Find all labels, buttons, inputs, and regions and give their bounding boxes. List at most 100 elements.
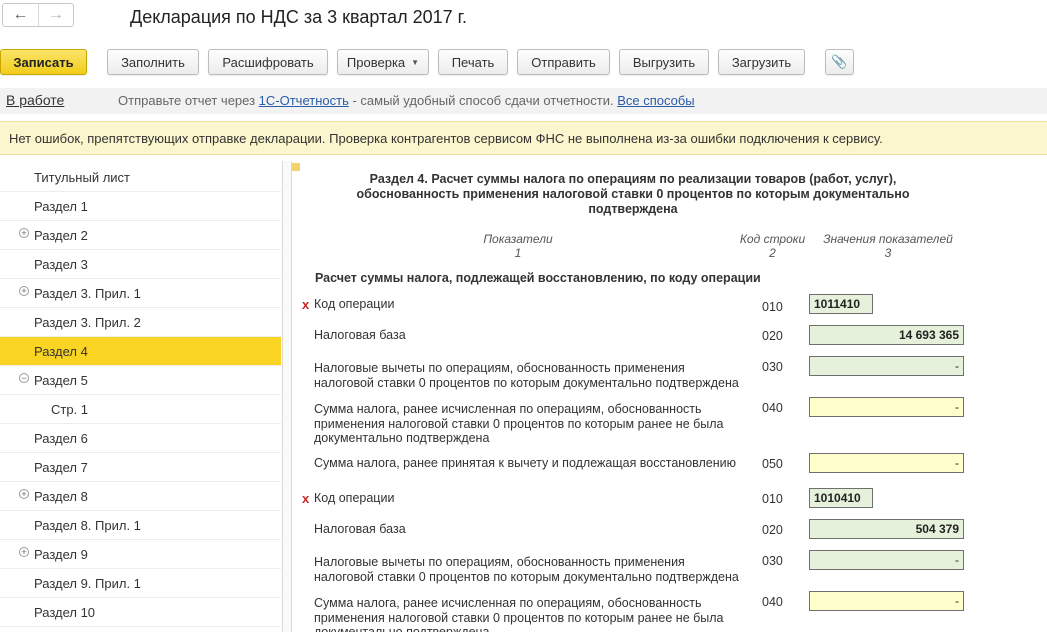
required-mark: x [302,297,310,312]
sidebar-item-label: Раздел 8 [34,489,88,504]
sections-sidebar: Титульный лист Раздел 1 + Раздел 2 Раздел… [0,163,281,632]
row-code: 010 [762,300,783,314]
row-code: 030 [762,360,783,374]
expand-icon[interactable]: + [19,286,29,296]
row-label: Код операции [314,491,395,505]
sidebar-item-title-page[interactable]: Титульный лист [0,163,281,192]
sidebar-item-section-4[interactable]: Раздел 4 [0,337,281,366]
fill-button[interactable]: Заполнить [107,49,199,75]
paperclip-icon[interactable]: 📎 [825,49,854,75]
write-button[interactable]: Записать [0,49,87,75]
tax-restored-field[interactable]: - [809,453,964,473]
sidebar-item-section-1[interactable]: Раздел 1 [0,192,281,221]
sidebar-item-section-8[interactable]: + Раздел 8 [0,482,281,511]
sidebar-item-section-3[interactable]: Раздел 3 [0,250,281,279]
forward-icon[interactable]: → [38,4,73,26]
status-middle: - самый удобный способ сдачи отчетности. [348,93,618,108]
expand-icon[interactable]: + [19,489,29,499]
row-code: 040 [762,595,783,609]
sidebar-item-section-7[interactable]: Раздел 7 [0,453,281,482]
row-label: Код операции [314,297,395,311]
column-header-number: 3 [884,246,892,260]
expand-icon[interactable]: + [19,228,29,238]
operation-code-field[interactable]: 1011410 [809,294,873,314]
row-label: Налоговые вычеты по операциям, обоснован… [314,361,739,390]
row-code: 020 [762,329,783,343]
tax-base-field[interactable]: 504 379 [809,519,964,539]
sidebar-item-label: Раздел 3. Прил. 1 [34,286,141,301]
row-label: Сумма налога, ранее принятая к вычету и … [314,456,737,470]
status-bar: В работе Отправьте отчет через 1С-Отчетн… [0,88,1047,114]
back-icon[interactable]: ← [3,4,38,26]
column-header-values: Значения показателей 3 [813,232,963,260]
row-code: 040 [762,401,783,415]
row-code: 010 [762,492,783,506]
info-message: Нет ошибок, препятствующих отправке декл… [0,121,1047,155]
column-header-label: Показатели [483,232,553,246]
sidebar-item-section-3-app-2[interactable]: Раздел 3. Прил. 2 [0,308,281,337]
sidebar-item-label: Раздел 10 [34,605,96,620]
tax-calculated-field[interactable]: - [809,397,964,417]
required-mark: x [302,491,310,506]
sidebar-item-label: Раздел 1 [34,199,88,214]
sidebar-item-section-5[interactable]: − Раздел 5 [0,366,281,395]
tax-calculated-field[interactable]: - [809,591,964,611]
column-header-number: 2 [769,246,776,260]
sidebar-item-section-9-app-1[interactable]: Раздел 9. Прил. 1 [0,569,281,598]
service-link[interactable]: 1С-Отчетность [259,93,349,108]
navigation-buttons: ← → [2,3,74,27]
column-header-indicators: Показатели 1 [453,232,583,260]
sidebar-item-label: Раздел 8. Прил. 1 [34,518,141,533]
sidebar-item-label: Титульный лист [34,170,131,185]
row-label: Налоговая база [314,328,406,342]
row-code: 030 [762,554,783,568]
row-label: Налоговые вычеты по операциям, обоснован… [314,555,739,584]
title-bar: ← → Декларация по НДС за 3 квартал 2017 … [0,0,1047,38]
expand-icon[interactable]: + [19,547,29,557]
sidebar-item-section-9[interactable]: + Раздел 9 [0,540,281,569]
column-header-label: Код строки [739,232,806,246]
column-header-code: Код строки 2 [730,232,815,260]
sidebar-item-section-2[interactable]: + Раздел 2 [0,221,281,250]
status-message: Отправьте отчет через 1С-Отчетность - са… [118,93,695,108]
tax-deduction-field[interactable]: - [809,550,964,570]
tax-deduction-field[interactable]: - [809,356,964,376]
row-label: Сумма налога, ранее исчисленная по опера… [314,596,724,632]
upload-button[interactable]: Выгрузить [619,49,709,75]
tax-base-field[interactable]: 14 693 365 [809,325,964,345]
sidebar-item-label: Стр. 1 [51,402,89,417]
sidebar-item-label: Раздел 5 [34,373,88,388]
sidebar-item-section-8-app-1[interactable]: Раздел 8. Прил. 1 [0,511,281,540]
section-form: Раздел 4. Расчет суммы налога по операци… [293,163,1047,632]
sidebar-item-section-3-app-1[interactable]: + Раздел 3. Прил. 1 [0,279,281,308]
decode-button[interactable]: Расшифровать [208,49,328,75]
sidebar-item-label: Раздел 9 [34,547,88,562]
check-button-label: Проверка [346,54,406,70]
sidebar-item-label: Раздел 7 [34,460,88,475]
check-button[interactable]: Проверка ▼ [337,49,429,75]
sidebar-item-label: Раздел 2 [34,228,88,243]
sidebar-item-label: Раздел 4 [34,344,88,359]
panel-splitter[interactable] [282,161,292,632]
status-link[interactable]: В работе [6,92,64,108]
sidebar-item-section-10[interactable]: Раздел 10 [0,598,281,627]
window-title: Декларация по НДС за 3 квартал 2017 г. [130,7,467,27]
sidebar-item-section-5-page-1[interactable]: Стр. 1 [0,395,281,424]
all-ways-link[interactable]: Все способы [617,93,694,108]
collapse-icon[interactable]: − [19,373,29,383]
sidebar-item-label: Раздел 6 [34,431,88,446]
subheading: Расчет суммы налога, подлежащей восстано… [315,271,761,285]
sidebar-item-label: Раздел 3 [34,257,88,272]
send-button[interactable]: Отправить [517,49,610,75]
section-title: Раздел 4. Расчет суммы налога по операци… [356,172,910,216]
sidebar-item-label: Раздел 3. Прил. 2 [34,315,141,330]
toolbar: Записать Заполнить Расшифровать Проверка… [0,49,1047,77]
download-button[interactable]: Загрузить [718,49,805,75]
row-label: Сумма налога, ранее исчисленная по опера… [314,402,724,446]
row-code: 050 [762,457,783,471]
column-header-label: Значения показателей [823,232,953,246]
print-button[interactable]: Печать [438,49,508,75]
row-label: Налоговая база [314,522,406,536]
sidebar-item-section-6[interactable]: Раздел 6 [0,424,281,453]
operation-code-field[interactable]: 1010410 [809,488,873,508]
